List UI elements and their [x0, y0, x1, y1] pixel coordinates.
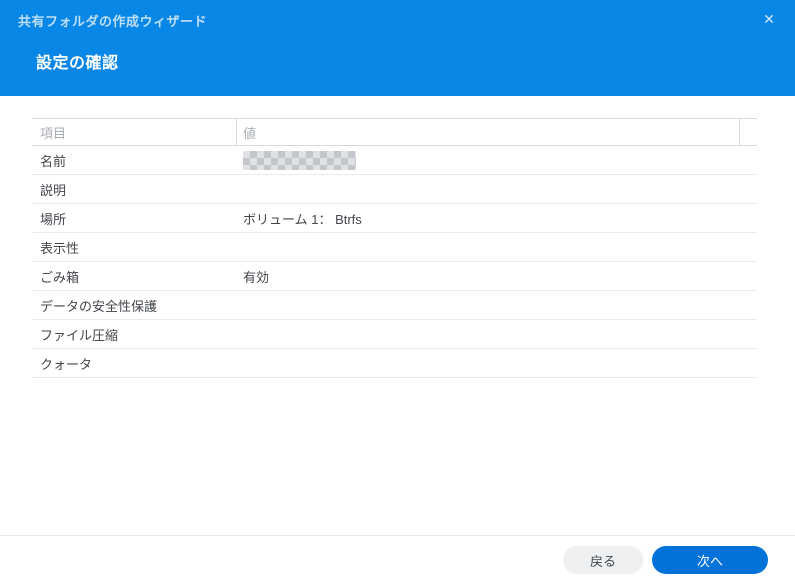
column-header-item: 項目 [32, 119, 237, 145]
next-button[interactable]: 次へ [652, 546, 768, 574]
footer-divider [0, 535, 795, 536]
table-row: 名前 [32, 146, 757, 175]
table-header-row: 項目 値 [32, 118, 757, 146]
row-label: データの安全性保護 [40, 298, 158, 314]
row-value [237, 146, 757, 174]
row-label: 場所 [40, 211, 67, 227]
row-label: ファイル圧縮 [40, 327, 119, 343]
row-label: 表示性 [40, 240, 80, 256]
table-row: クォータ [32, 349, 757, 378]
table-row: 表示性 [32, 233, 757, 262]
row-value [237, 291, 757, 319]
table-row: ごみ箱 有効 [32, 262, 757, 291]
row-value: 有効 [243, 269, 270, 285]
close-icon[interactable]: ✕ [759, 9, 779, 29]
column-header-spacer [740, 119, 757, 145]
settings-summary-table: 項目 値 名前 説明 場所 ボリューム 1： Btrfs 表示性 ごみ箱 有効 … [32, 118, 757, 378]
row-value [237, 233, 757, 261]
table-row: データの安全性保護 [32, 291, 757, 320]
table-body: 名前 説明 場所 ボリューム 1： Btrfs 表示性 ごみ箱 有効 データの安… [32, 146, 757, 378]
row-label: 説明 [40, 182, 67, 198]
shared-folder-wizard-dialog: 共有フォルダの作成ウィザード ✕ 設定の確認 項目 値 名前 説明 場所 ボリュ… [0, 0, 795, 582]
row-label: 名前 [40, 153, 67, 169]
back-button[interactable]: 戻る [563, 546, 643, 574]
wizard-header: 共有フォルダの作成ウィザード ✕ 設定の確認 [0, 0, 795, 96]
row-label: クォータ [40, 356, 93, 372]
table-row: 場所 ボリューム 1： Btrfs [32, 204, 757, 233]
row-value [237, 320, 757, 348]
step-title: 設定の確認 [36, 55, 119, 72]
row-value: ボリューム 1： Btrfs [243, 211, 362, 227]
redacted-value-mosaic [243, 150, 356, 170]
column-header-value: 値 [237, 119, 740, 145]
row-value [237, 175, 757, 203]
row-value [237, 349, 757, 377]
table-row: ファイル圧縮 [32, 320, 757, 349]
row-label: ごみ箱 [40, 269, 80, 285]
table-row: 説明 [32, 175, 757, 204]
window-title: 共有フォルダの作成ウィザード [18, 14, 208, 29]
